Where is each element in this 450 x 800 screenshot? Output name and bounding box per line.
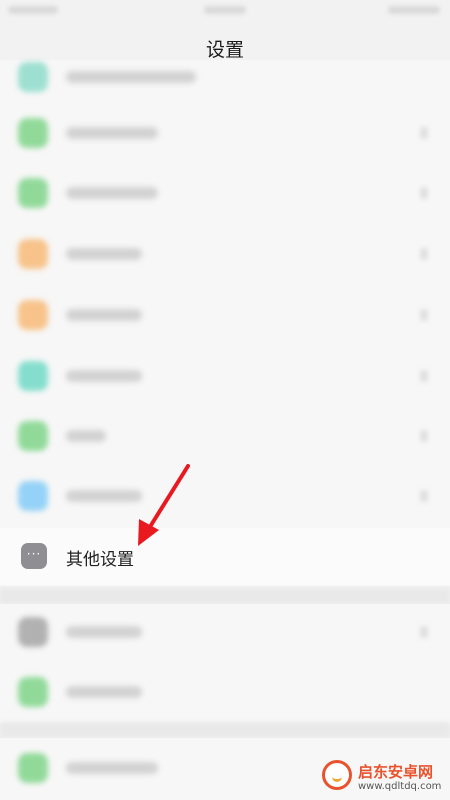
watermark-url: www.qdltdq.com	[358, 781, 442, 792]
more-dots-icon: ···	[21, 543, 47, 569]
watermark: 启东安卓网 www.qdltdq.com	[318, 752, 450, 800]
row-label-blurred	[66, 686, 142, 698]
settings-row-blurred[interactable]	[0, 662, 450, 722]
watermark-logo-icon	[322, 760, 352, 790]
app-icon	[18, 421, 48, 451]
chevron-right-icon	[420, 127, 428, 139]
settings-row-blurred[interactable]	[0, 224, 450, 284]
status-bar	[0, 0, 450, 24]
app-icon	[18, 300, 48, 330]
settings-row-blurred[interactable]	[0, 602, 450, 662]
status-icons-blurred	[388, 6, 440, 14]
app-icon	[18, 481, 48, 511]
row-label-blurred	[66, 762, 158, 774]
app-icon	[18, 178, 48, 208]
row-label-blurred	[66, 187, 158, 199]
app-icon	[18, 677, 48, 707]
settings-row-blurred[interactable]	[0, 103, 450, 163]
row-label-blurred	[66, 626, 142, 638]
chevron-right-icon	[420, 430, 428, 442]
other-settings-label: 其他设置	[66, 550, 134, 570]
settings-row-blurred[interactable]	[0, 346, 450, 406]
section-divider	[0, 722, 450, 738]
row-label-blurred	[66, 430, 106, 442]
chevron-right-icon	[420, 626, 428, 638]
app-icon	[18, 118, 48, 148]
settings-row-blurred[interactable]	[0, 406, 450, 466]
app-icon	[18, 617, 48, 647]
chevron-right-icon	[420, 248, 428, 260]
settings-row-blurred[interactable]	[0, 466, 450, 526]
app-icon	[18, 239, 48, 269]
chevron-right-icon	[420, 370, 428, 382]
row-label-blurred	[66, 127, 158, 139]
row-label-blurred	[66, 370, 142, 382]
settings-row-blurred[interactable]	[0, 285, 450, 345]
settings-row-other-settings[interactable]: ··· 其他设置	[0, 528, 450, 586]
app-icon	[18, 62, 48, 92]
row-label-blurred	[66, 248, 142, 260]
settings-row-blurred[interactable]	[0, 47, 450, 107]
row-label-blurred	[66, 71, 196, 83]
chevron-right-icon	[420, 309, 428, 321]
chevron-right-icon	[420, 187, 428, 199]
watermark-title: 启东安卓网	[358, 763, 434, 781]
row-label-blurred	[66, 309, 142, 321]
settings-row-blurred[interactable]	[0, 163, 450, 223]
status-center-blurred	[204, 6, 246, 14]
chevron-right-icon	[420, 490, 428, 502]
app-icon	[18, 753, 48, 783]
status-time-blurred	[8, 6, 58, 14]
app-icon	[18, 361, 48, 391]
row-label-blurred	[66, 490, 142, 502]
